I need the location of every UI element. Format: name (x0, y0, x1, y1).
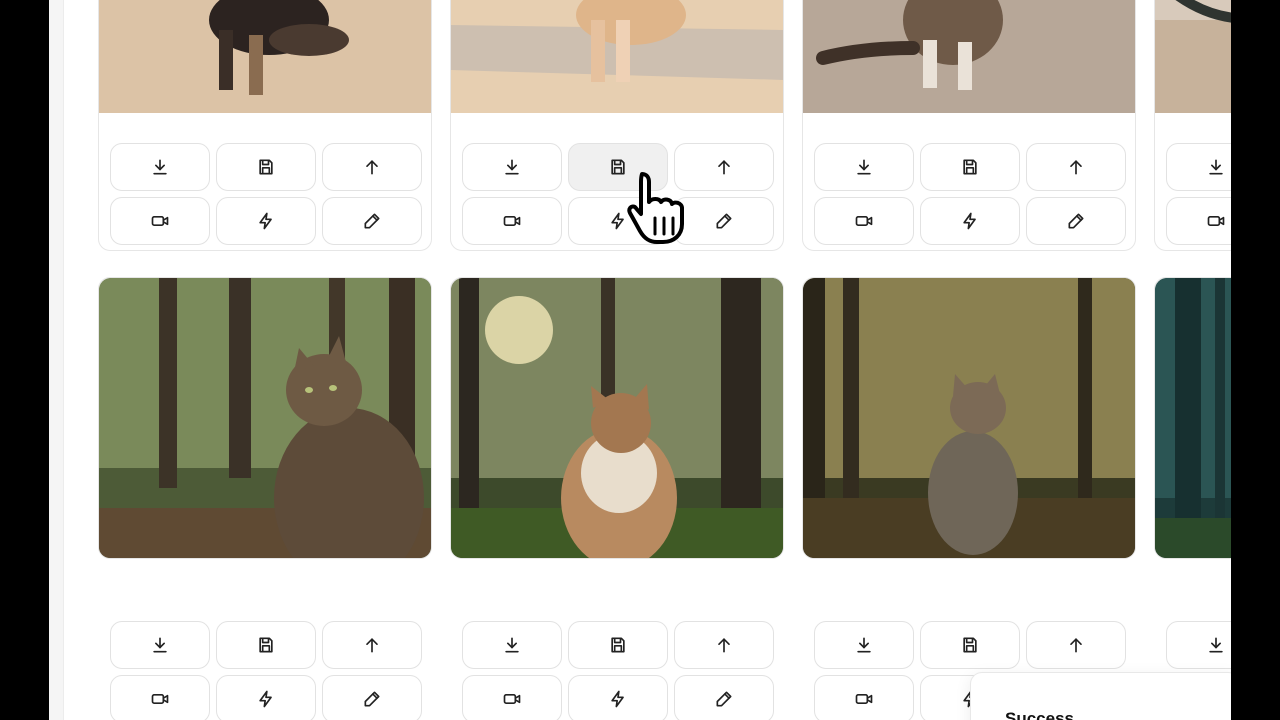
edit-button[interactable] (674, 675, 774, 720)
generated-image[interactable] (451, 278, 783, 558)
upscale-button[interactable] (1026, 621, 1126, 669)
save-button[interactable] (216, 621, 316, 669)
download-icon (153, 159, 167, 175)
quick-action-button[interactable] (568, 675, 668, 720)
image-actions (462, 143, 774, 245)
generated-image[interactable] (1155, 0, 1231, 113)
upscale-button[interactable] (674, 621, 774, 669)
hand-pointer-cursor-icon (627, 172, 684, 244)
quick-action-button[interactable] (216, 197, 316, 245)
upscale-icon (1070, 638, 1082, 653)
download-button[interactable] (1166, 621, 1231, 669)
edit-icon (716, 213, 732, 229)
video-button[interactable] (110, 197, 210, 245)
edit-icon (364, 691, 380, 707)
download-button[interactable] (110, 621, 210, 669)
video-button[interactable] (462, 675, 562, 720)
quick-action-button[interactable] (920, 197, 1020, 245)
image-actions (462, 621, 774, 720)
save-button[interactable] (568, 621, 668, 669)
quick-action-button[interactable] (216, 675, 316, 720)
generated-image[interactable] (803, 278, 1135, 558)
video-button[interactable] (110, 675, 210, 720)
download-icon (1209, 159, 1223, 175)
lightning-icon (963, 212, 976, 230)
save-icon (611, 637, 625, 653)
save-button[interactable] (920, 621, 1020, 669)
lightning-icon (259, 690, 272, 708)
save-icon (259, 159, 273, 175)
download-button[interactable] (462, 621, 562, 669)
image-card (1154, 277, 1231, 559)
video-icon (503, 694, 521, 704)
generated-image[interactable] (1155, 278, 1231, 558)
video-button[interactable] (462, 197, 562, 245)
edit-button[interactable] (1026, 197, 1126, 245)
image-actions (1166, 143, 1231, 245)
save-button[interactable] (920, 143, 1020, 191)
edit-icon (716, 691, 732, 707)
save-button[interactable] (216, 143, 316, 191)
video-icon (855, 694, 873, 704)
upscale-button[interactable] (1026, 143, 1126, 191)
download-button[interactable] (110, 143, 210, 191)
save-icon (963, 159, 977, 175)
image-actions (110, 143, 422, 245)
download-icon (857, 637, 871, 653)
edit-icon (1068, 213, 1084, 229)
edit-button[interactable] (322, 675, 422, 720)
download-button[interactable] (462, 143, 562, 191)
save-icon (963, 637, 977, 653)
success-toast: Success (970, 672, 1231, 720)
video-icon (503, 216, 521, 226)
image-gallery (63, 0, 1231, 720)
upscale-icon (718, 160, 730, 175)
download-button[interactable] (814, 143, 914, 191)
video-button[interactable] (1166, 197, 1231, 245)
image-card (802, 277, 1136, 559)
generated-image[interactable] (451, 0, 783, 113)
download-icon (857, 159, 871, 175)
video-icon (151, 216, 169, 226)
upscale-icon (366, 160, 378, 175)
image-card (98, 277, 432, 559)
download-icon (1209, 637, 1223, 653)
download-button[interactable] (1166, 143, 1231, 191)
upscale-icon (718, 638, 730, 653)
toast-title: Success (1005, 709, 1074, 720)
upscale-button[interactable] (322, 621, 422, 669)
generated-image[interactable] (803, 0, 1135, 113)
lightning-icon (259, 212, 272, 230)
edit-button[interactable] (322, 197, 422, 245)
video-icon (855, 216, 873, 226)
image-actions (814, 143, 1126, 245)
generated-image[interactable] (99, 278, 431, 558)
video-button[interactable] (814, 675, 914, 720)
upscale-icon (1070, 160, 1082, 175)
download-icon (505, 637, 519, 653)
download-button[interactable] (814, 621, 914, 669)
video-icon (151, 694, 169, 704)
upscale-icon (366, 638, 378, 653)
video-button[interactable] (814, 197, 914, 245)
save-icon (259, 637, 273, 653)
video-icon (1207, 216, 1225, 226)
edit-icon (364, 213, 380, 229)
download-icon (505, 159, 519, 175)
app-viewport: Success (49, 0, 1231, 720)
image-card (450, 277, 784, 559)
upscale-button[interactable] (322, 143, 422, 191)
generated-image[interactable] (99, 0, 431, 113)
lightning-icon (611, 690, 624, 708)
image-actions (110, 621, 422, 720)
download-icon (153, 637, 167, 653)
